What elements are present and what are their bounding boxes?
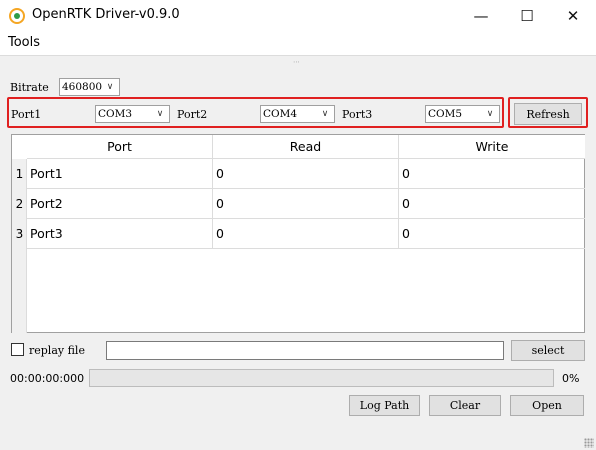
- cell-port[interactable]: Port1: [27, 159, 213, 189]
- menu-bar: Tools: [0, 31, 596, 56]
- port2-select[interactable]: COM4 ∨: [260, 105, 335, 123]
- bitrate-value: 460800: [62, 81, 103, 93]
- menu-tools[interactable]: Tools: [8, 35, 40, 50]
- row-number: 2: [15, 197, 24, 211]
- cell-read[interactable]: 0: [213, 159, 399, 189]
- chevron-down-icon: ∨: [486, 109, 494, 119]
- log-path-button[interactable]: Log Path: [349, 395, 420, 416]
- row-number: 3: [15, 227, 24, 241]
- resize-grip-icon[interactable]: [584, 438, 594, 448]
- row-number: 1: [15, 167, 24, 181]
- replay-file-label: replay file: [29, 344, 85, 357]
- title-bar: OpenRTK Driver-v0.9.0 — ☐ ✕: [0, 0, 596, 31]
- cell-write[interactable]: 0: [399, 219, 585, 249]
- open-button[interactable]: Open: [510, 395, 584, 416]
- elapsed-timer: 00:00:00:000: [10, 372, 85, 385]
- header-port[interactable]: Port: [27, 135, 213, 159]
- cell-port[interactable]: Port3: [27, 219, 213, 249]
- port2-label: Port2: [177, 108, 208, 121]
- splitter-grip-icon: ⋯: [293, 58, 300, 66]
- progress-percent: 0%: [562, 372, 580, 385]
- app-logo-icon: [9, 8, 25, 24]
- replay-checkbox[interactable]: [11, 343, 24, 356]
- header-read[interactable]: Read: [213, 135, 399, 159]
- port3-select[interactable]: COM5 ∨: [425, 105, 500, 123]
- chevron-down-icon: ∨: [156, 109, 164, 119]
- window-title: OpenRTK Driver-v0.9.0: [32, 7, 180, 22]
- refresh-button[interactable]: Refresh: [514, 103, 582, 125]
- chevron-down-icon: ∨: [321, 109, 329, 119]
- maximize-button[interactable]: ☐: [504, 0, 550, 31]
- header-write[interactable]: Write: [399, 135, 585, 159]
- port1-value: COM3: [98, 108, 133, 120]
- clear-button[interactable]: Clear: [429, 395, 501, 416]
- port1-select[interactable]: COM3 ∨: [95, 105, 170, 123]
- cell-write[interactable]: 0: [399, 189, 585, 219]
- port1-label: Port1: [11, 108, 42, 121]
- replay-file-input[interactable]: [106, 341, 504, 360]
- bitrate-label: Bitrate: [10, 81, 49, 94]
- cell-port[interactable]: Port2: [27, 189, 213, 219]
- port3-value: COM5: [428, 108, 463, 120]
- bitrate-select[interactable]: 460800 ∨: [59, 78, 120, 96]
- port-stats-table: Port Read Write 1 Port1 0 0 2 Port2 0 0 …: [11, 134, 585, 333]
- cell-read[interactable]: 0: [213, 219, 399, 249]
- chevron-down-icon: ∨: [106, 82, 114, 92]
- cell-read[interactable]: 0: [213, 189, 399, 219]
- cell-write[interactable]: 0: [399, 159, 585, 189]
- minimize-button[interactable]: —: [458, 0, 504, 31]
- port3-label: Port3: [342, 108, 373, 121]
- close-button[interactable]: ✕: [550, 0, 596, 31]
- port2-value: COM4: [263, 108, 298, 120]
- select-button[interactable]: select: [511, 340, 585, 361]
- progress-bar: [89, 369, 554, 387]
